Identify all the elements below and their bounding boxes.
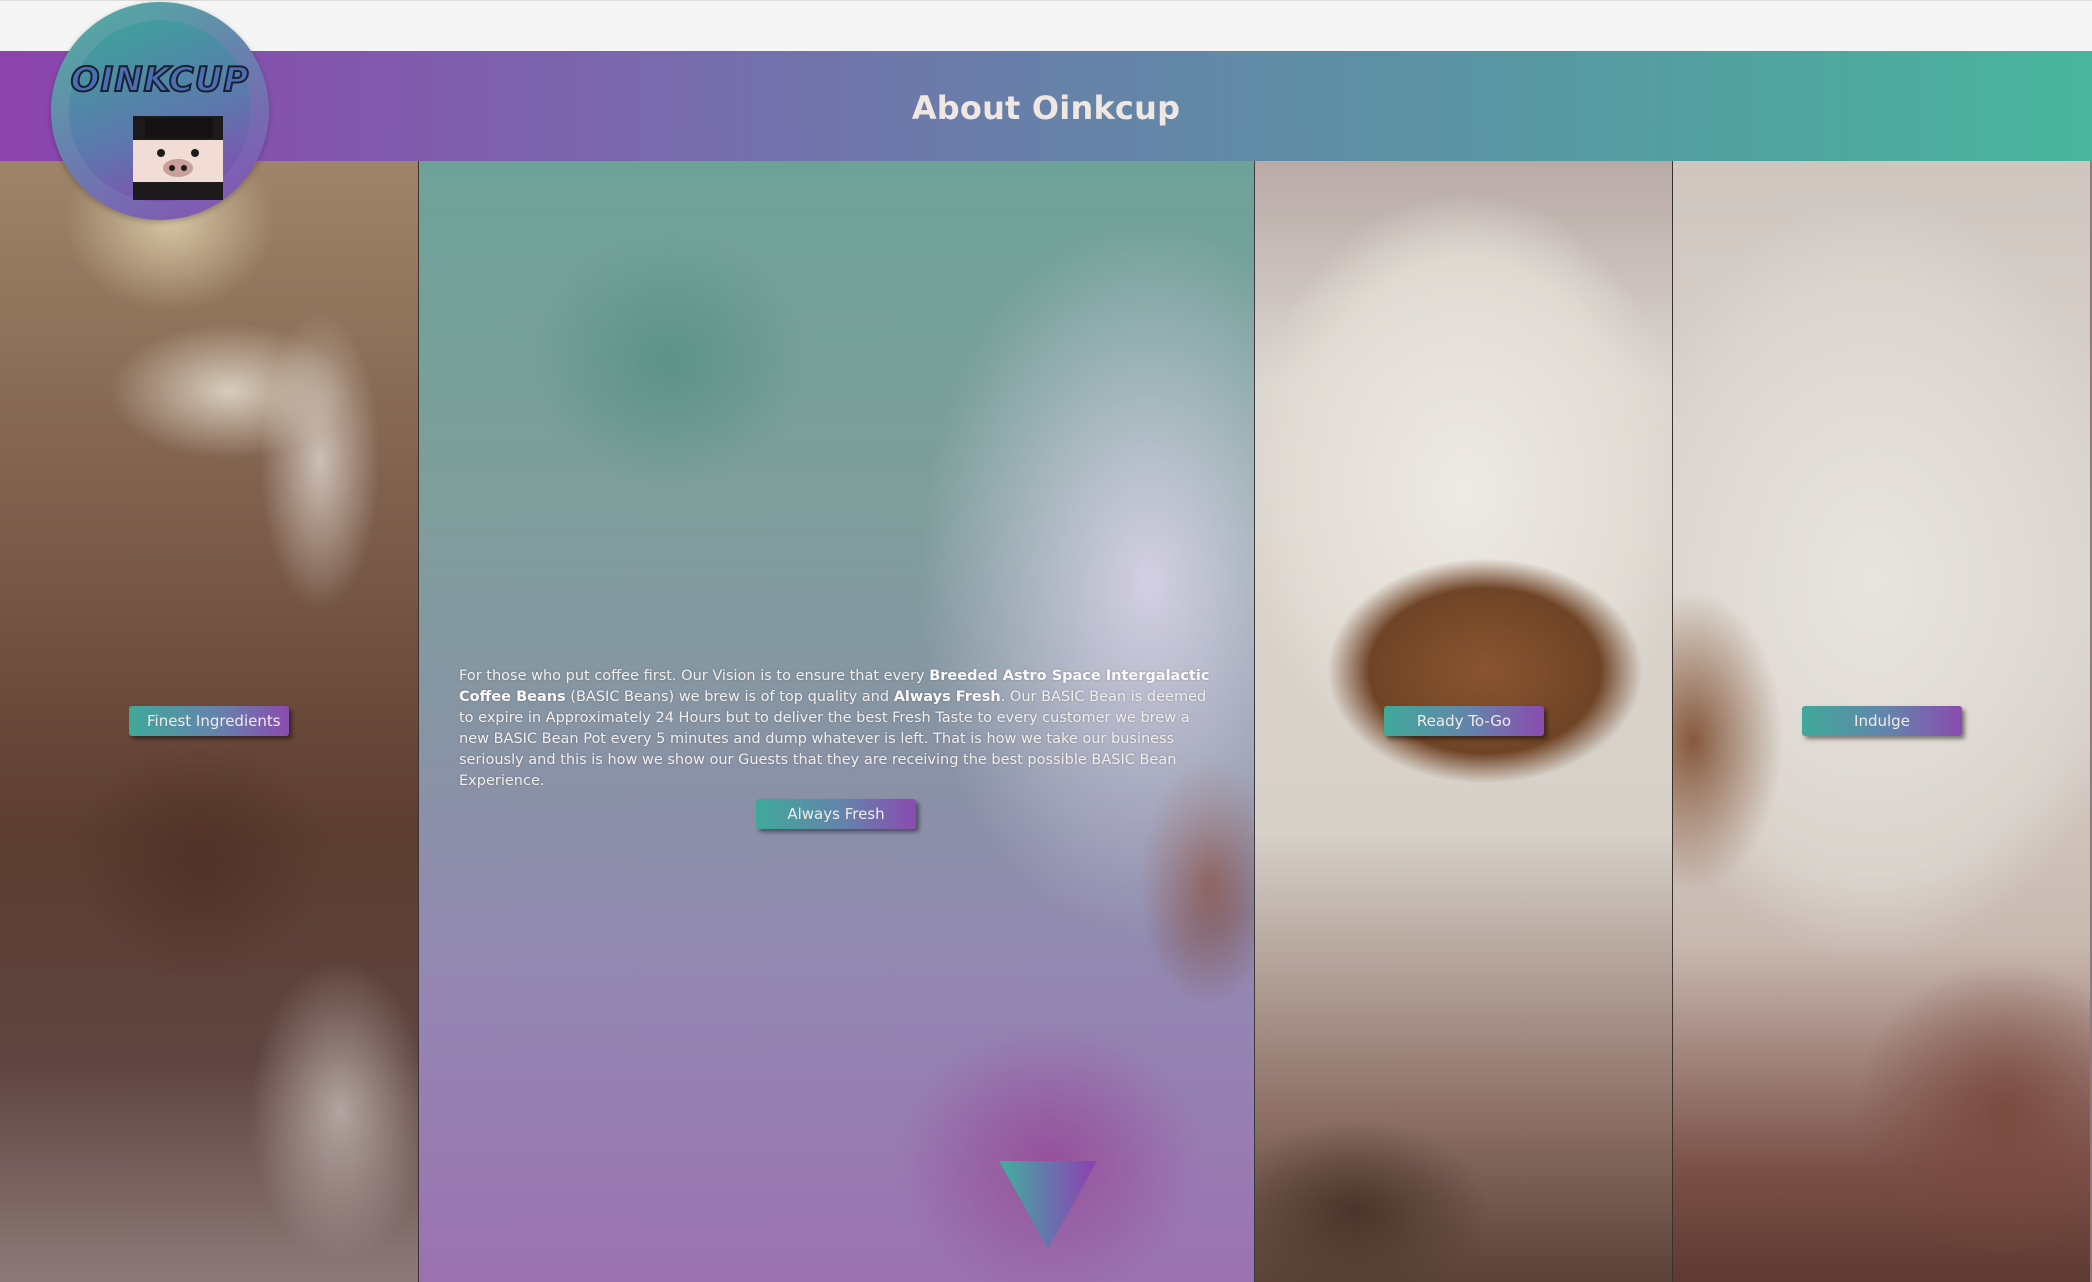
panel-ready-to-go: Ready To-Go xyxy=(1255,161,1673,1282)
panel-indulge: Indulge xyxy=(1673,161,2092,1282)
always-fresh-button[interactable]: Always Fresh xyxy=(756,799,916,829)
pig-cup-icon xyxy=(133,116,223,200)
browser-top-strip xyxy=(0,0,2092,51)
panel-always-fresh: For those who put coffee first. Our Visi… xyxy=(419,161,1255,1282)
about-description: For those who put coffee first. Our Visi… xyxy=(459,666,1219,792)
site-header: About Oinkcup xyxy=(0,51,2092,161)
logo-badge: OINKCUP xyxy=(69,20,251,202)
finest-ingredients-button[interactable]: Finest Ingredients xyxy=(129,706,289,736)
down-triangle-icon[interactable] xyxy=(997,1161,1099,1251)
feature-panels: Finest Ingredients For those who put cof… xyxy=(0,161,2092,1282)
about-text-2: (BASIC Beans) we brew is of top quality … xyxy=(565,688,894,705)
panel-finest-ingredients: Finest Ingredients xyxy=(0,161,419,1282)
about-text-1: For those who put coffee first. Our Visi… xyxy=(459,667,930,684)
ready-to-go-button[interactable]: Ready To-Go xyxy=(1384,706,1544,736)
page-title: About Oinkcup xyxy=(911,89,1181,127)
indulge-button[interactable]: Indulge xyxy=(1802,706,1962,736)
about-bold-2: Always Fresh xyxy=(893,688,1001,705)
oinkcup-logo[interactable]: OINKCUP xyxy=(51,2,269,220)
logo-wordmark: OINKCUP xyxy=(70,59,250,101)
